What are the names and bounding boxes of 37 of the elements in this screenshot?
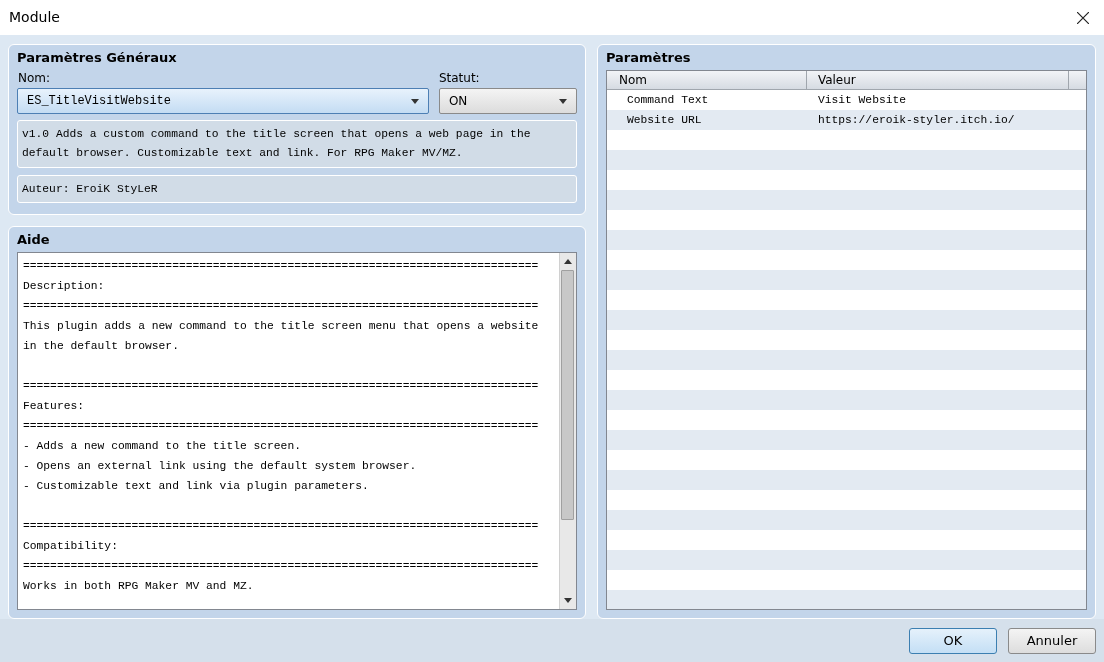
help-line: ============================================================================ (23, 259, 540, 274)
dialog-button[interactable]: Annuler (1008, 627, 1096, 654)
panel-title: Paramètres Généraux (17, 49, 178, 67)
scrollbar-thumb[interactable] (561, 270, 575, 520)
close-icon (1077, 11, 1089, 24)
field-label: Statut: (438, 70, 481, 86)
scroll-down-icon[interactable] (563, 598, 572, 603)
help-line: ============================================================================ (23, 559, 540, 574)
table-row[interactable]: Website URL https://eroik-styler.itch.io/ (606, 110, 1086, 130)
dialog-button[interactable]: OK (909, 627, 997, 654)
help-line: Features: (23, 399, 85, 414)
help-line: - Opens an external link using the default system browser. (23, 459, 418, 474)
dropdown-caret-icon (410, 98, 419, 104)
panel-title: Aide (17, 231, 51, 249)
status-dropdown[interactable]: ON (438, 88, 577, 114)
help-line: Compatibility: (23, 539, 119, 554)
field-label: Nom: (18, 70, 52, 86)
help-line: - Customizable text and link via plugin parameters. (23, 479, 370, 494)
name-dropdown[interactable]: ES_TitleVisitWebsite (17, 88, 429, 114)
help-line: This plugin adds a new command to the title screen menu that opens a website (23, 319, 540, 334)
window-title: Module (9, 8, 60, 27)
help-line: ============================================================================ (23, 379, 540, 394)
help-line: in the default browser. (23, 339, 180, 354)
scrollbar[interactable] (558, 253, 576, 609)
help-line: - Adds a new command to the title screen. (23, 439, 302, 454)
help-line: Works in both RPG Maker MV and MZ. (23, 579, 255, 594)
help-line: ============================================================================ (23, 519, 540, 534)
dropdown-caret-icon (558, 98, 567, 104)
panel-title: Paramètres (605, 49, 692, 67)
help-line: ============================================================================ (23, 299, 540, 314)
help-line: ============================================================================ (23, 419, 540, 434)
column-header[interactable]: Nom (606, 71, 807, 89)
column-header[interactable]: Valeur (806, 71, 1069, 89)
scroll-up-icon[interactable] (563, 259, 572, 264)
help-line: Description: (23, 279, 106, 294)
author-text: Auteur: EroiK StyLeR (17, 175, 577, 203)
description-text: v1.0 Adds a custom command to the title screen that opens a web page in the default browser. Customizable text and link. For RPG Maker MV/MZ. (17, 120, 577, 168)
